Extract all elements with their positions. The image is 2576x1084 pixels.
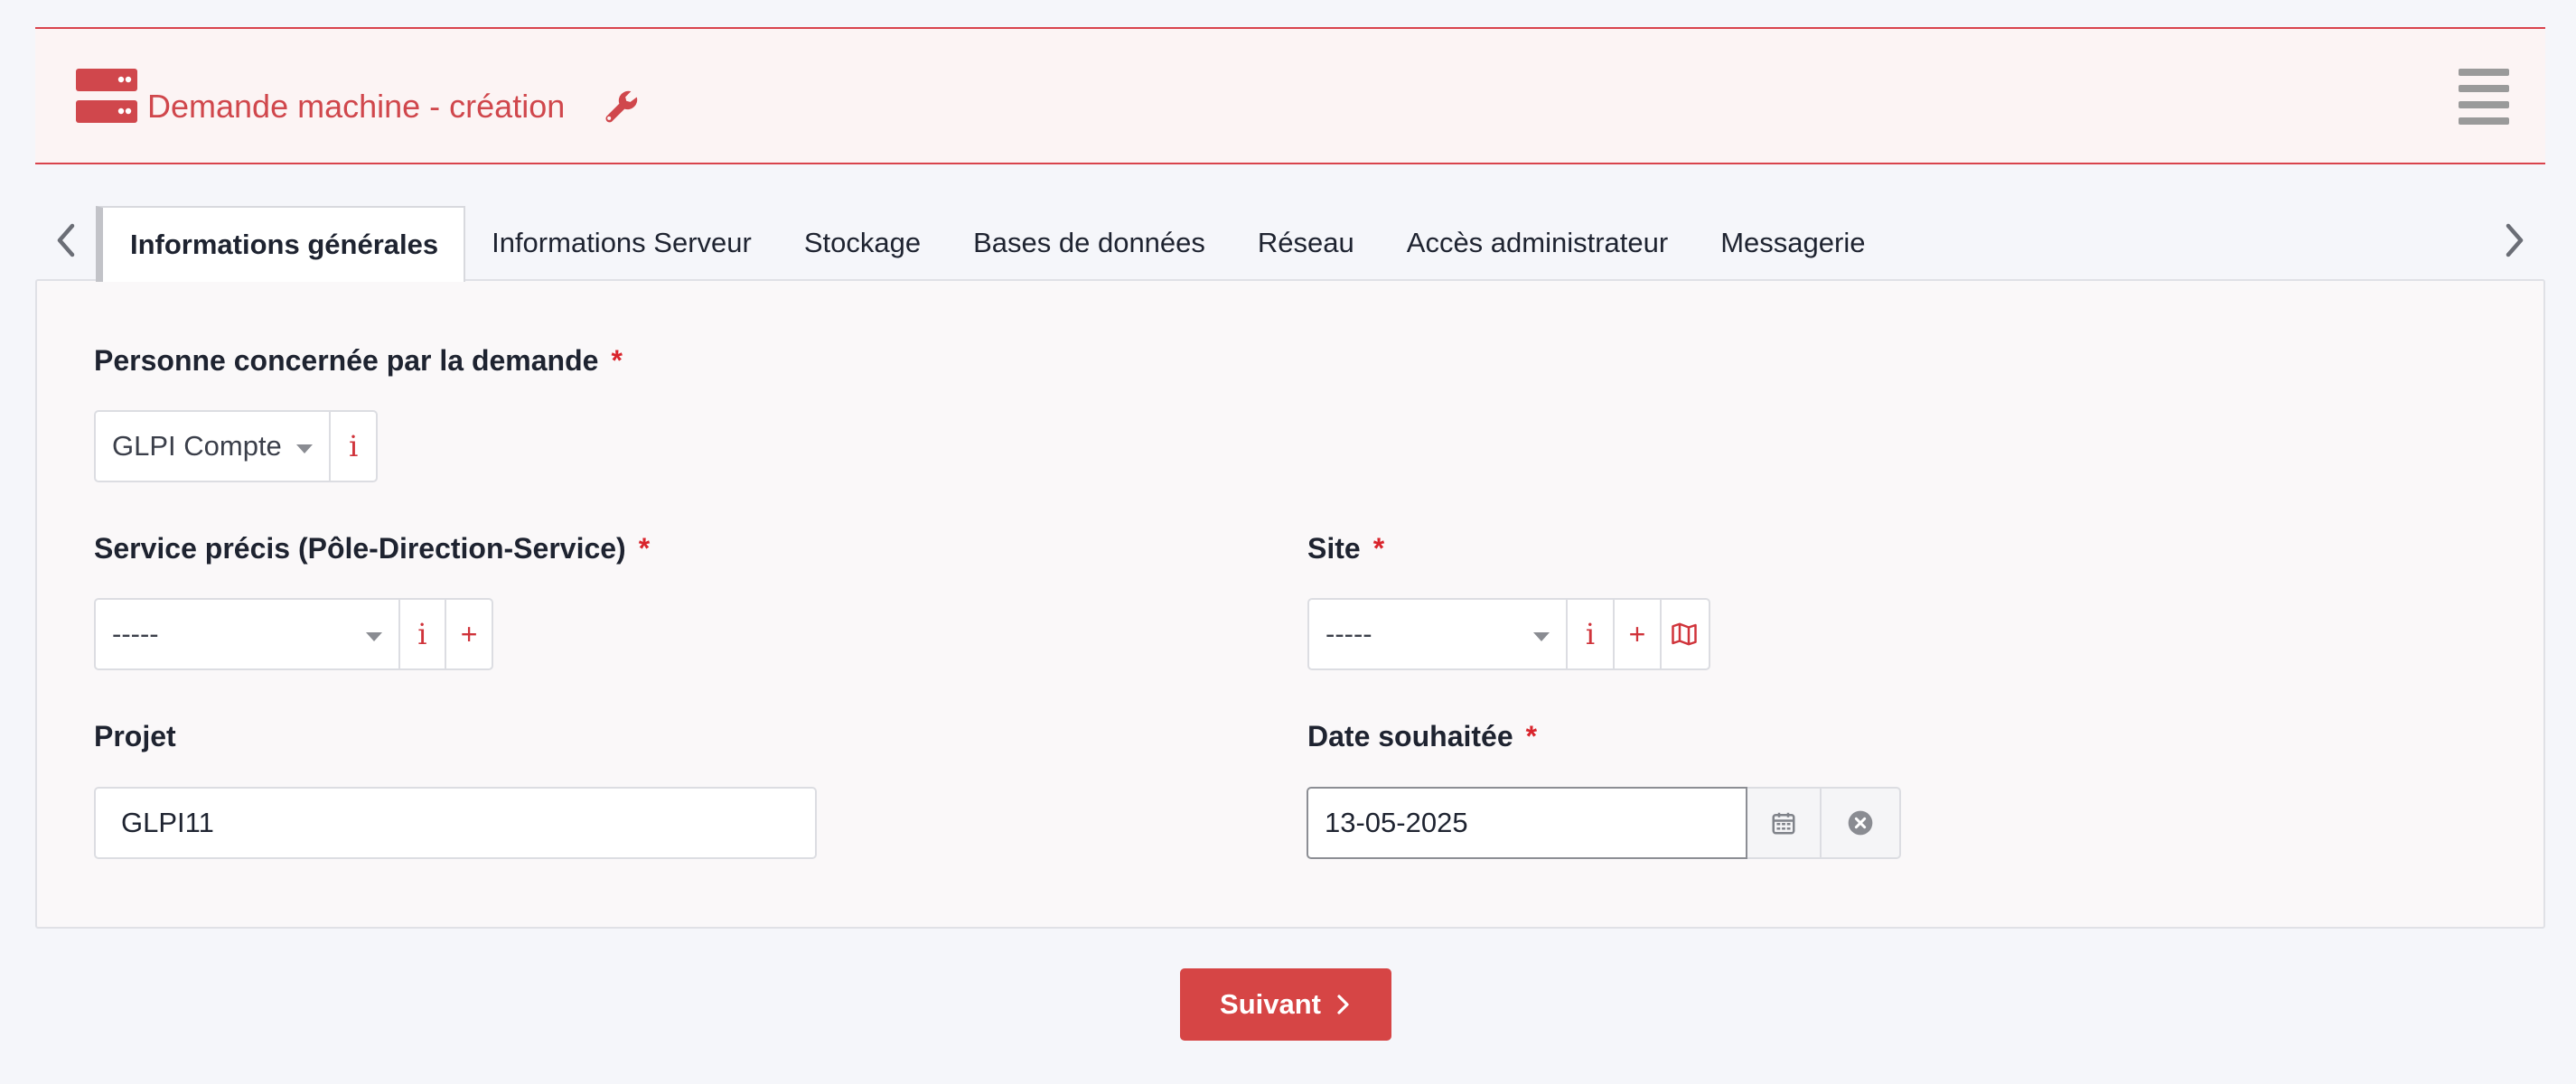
clear-glyph <box>1848 810 1873 836</box>
info-button[interactable]: i <box>329 412 376 481</box>
required-marker: * <box>1525 720 1538 752</box>
project-field-label: Projet <box>94 720 176 752</box>
calendar-glyph <box>1772 812 1795 835</box>
service-field-label: Service précis (Pôle-Direction-Service) * <box>94 532 651 565</box>
chevron-down-icon <box>1533 632 1550 641</box>
tab-informations-serveur[interactable]: Informations Serveur <box>465 206 778 280</box>
calendar-icon[interactable] <box>1747 787 1822 859</box>
service-field-group: ----- i + <box>94 598 493 670</box>
tab-acces-administrateur[interactable]: Accès administrateur <box>1381 206 1694 280</box>
hamburger-menu-icon[interactable] <box>2459 69 2509 125</box>
add-button[interactable]: + <box>445 600 492 668</box>
tabs-scroll-left-icon[interactable] <box>52 220 80 260</box>
map-icon[interactable] <box>1660 600 1707 668</box>
tab-reseau[interactable]: Réseau <box>1232 206 1381 280</box>
chevron-down-icon <box>296 444 314 453</box>
tab-informations-generales[interactable]: Informations générales <box>96 206 466 282</box>
info-button[interactable]: i <box>398 600 445 668</box>
tab-messagerie[interactable]: Messagerie <box>1694 206 1891 280</box>
tab-stockage[interactable]: Stockage <box>778 206 947 280</box>
form-panel: Personne concernée par la demande * GLPI … <box>35 279 2545 929</box>
date-field-label: Date souhaitée * <box>1307 720 1538 752</box>
site-field-label: Site * <box>1307 532 1385 565</box>
service-select[interactable]: ----- <box>96 600 398 668</box>
page-header: Demande machine - création <box>35 27 2545 164</box>
tab-bar: Informations générales Informations Serv… <box>96 206 1891 282</box>
clear-circle-icon[interactable] <box>1822 787 1901 859</box>
wrench-icon[interactable] <box>601 87 641 126</box>
person-field-label: Personne concernée par la demande * <box>94 344 623 377</box>
person-field-group: GLPI Compte i <box>94 410 378 482</box>
site-field-group: ----- i + <box>1307 598 1710 670</box>
date-field-group: 13-05-2025 <box>1307 787 1901 859</box>
info-button[interactable]: i <box>1566 600 1613 668</box>
server-icon <box>76 69 137 123</box>
date-input[interactable]: 13-05-2025 <box>1307 787 1747 859</box>
map-icon-glyph <box>1672 622 1697 646</box>
chevron-down-icon <box>365 632 382 641</box>
next-button[interactable]: Suivant <box>1180 968 1391 1041</box>
required-marker: * <box>611 344 623 377</box>
required-marker: * <box>1372 532 1385 565</box>
tab-bases-de-donnees[interactable]: Bases de données <box>947 206 1232 280</box>
chevron-right-icon <box>1337 995 1349 1014</box>
tabs-scroll-right-icon[interactable] <box>2501 220 2528 260</box>
site-select[interactable]: ----- <box>1309 600 1566 668</box>
project-input[interactable]: GLPI11 <box>94 787 817 859</box>
page-title: Demande machine - création <box>147 88 566 125</box>
add-button[interactable]: + <box>1613 600 1660 668</box>
person-select[interactable]: GLPI Compte <box>96 412 329 481</box>
required-marker: * <box>638 532 651 565</box>
